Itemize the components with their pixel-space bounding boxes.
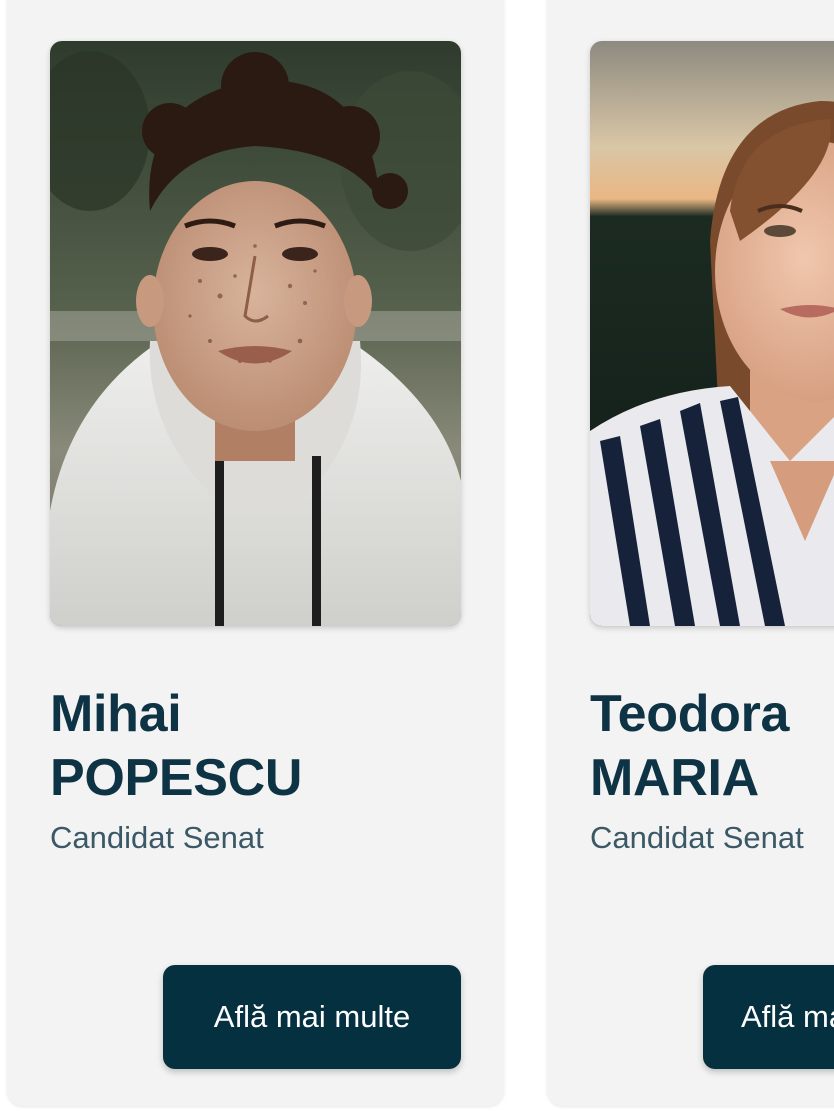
candidate-role: Candidat Senat <box>590 820 804 855</box>
learn-more-button[interactable]: Află mai multe <box>703 965 834 1069</box>
candidate-card: Teodora MARIA Candidat Senat Află mai mu… <box>547 0 834 1106</box>
candidate-last-name: MARIA <box>590 749 759 807</box>
candidate-photo <box>590 41 834 626</box>
portrait-image <box>590 41 834 626</box>
candidate-first-name: Mihai <box>50 685 182 743</box>
candidate-role: Candidat Senat <box>50 820 264 855</box>
candidate-photo <box>50 41 461 626</box>
candidate-name: Mihai POPESCU <box>50 682 302 810</box>
learn-more-button[interactable]: Află mai multe <box>163 965 461 1069</box>
candidate-first-name: Teodora <box>590 685 790 743</box>
candidate-name: Teodora MARIA <box>590 682 789 810</box>
candidates-carousel: Mihai POPESCU Candidat Senat Află mai mu… <box>0 0 834 1111</box>
candidate-card: Mihai POPESCU Candidat Senat Află mai mu… <box>7 0 504 1106</box>
portrait-image <box>50 41 461 626</box>
candidate-last-name: POPESCU <box>50 749 303 807</box>
